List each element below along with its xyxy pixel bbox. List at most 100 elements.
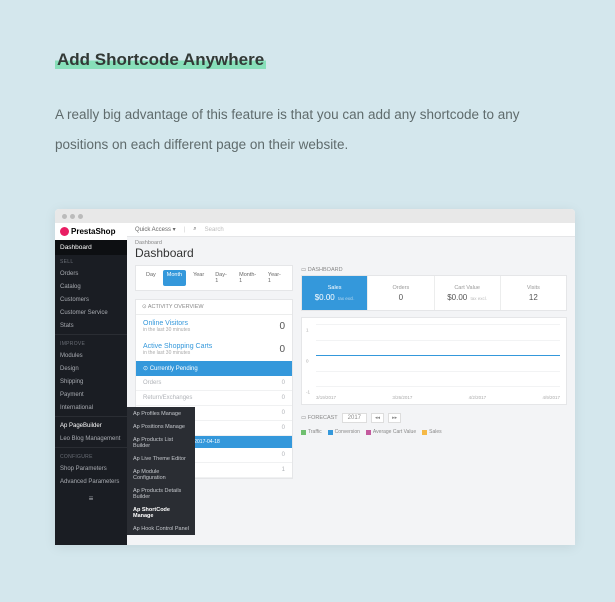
kpi-label: Visits [527, 285, 540, 291]
legend-traffic[interactable]: Traffic [301, 429, 322, 435]
kpi-cart-value[interactable]: Cart Value $0.00 tax excl. [435, 276, 501, 310]
forecast-header: ▭ FORECAST 2017 ◂◂ ▸▸ [301, 405, 567, 427]
page-title: Dashboard [127, 246, 575, 265]
currently-pending-header[interactable]: ⊙ Currently Pending [136, 361, 292, 376]
sidebar-item-international[interactable]: International [55, 401, 127, 414]
chart-series-line [316, 355, 560, 356]
flyout-item-shortcode-manage[interactable]: Ap ShortCode Manage [127, 503, 195, 522]
window-dot [78, 214, 83, 219]
period-year-1[interactable]: Year-1 [264, 270, 286, 286]
y-tick: -1 [306, 390, 310, 395]
sidebar-section-configure: CONFIGURE [55, 450, 127, 462]
quick-access-menu[interactable]: Quick Access ▾ [135, 226, 176, 233]
window-dot [70, 214, 75, 219]
sidebar-item-stats[interactable]: Stats [55, 319, 127, 332]
flyout-item[interactable]: Ap Products Details Builder [127, 484, 195, 503]
legend-conversion[interactable]: Conversion [328, 429, 360, 435]
sidebar: PrestaShop Dashboard SELL Orders Catalog… [55, 223, 127, 545]
right-column: ▭ DASHBOARD Sales $0.00 tax excl. Orders… [301, 265, 567, 545]
legend-swatch [301, 430, 306, 435]
stat-sublabel: in the last 30 minutes [143, 350, 212, 356]
period-month[interactable]: Month [163, 270, 186, 286]
stat-label: Online Visitors [143, 320, 190, 327]
stat-label: Active Shopping Carts [143, 343, 212, 350]
sidebar-item-dashboard[interactable]: Dashboard [55, 240, 127, 255]
sidebar-item-shipping[interactable]: Shipping [55, 375, 127, 388]
x-axis-labels: 3/19/2017 3/26/2017 4/2/2017 4/9/2017 [316, 395, 560, 400]
sales-chart: 1 0 -1 3/19/2017 3/26/2017 [301, 317, 567, 405]
flyout-item[interactable]: Ap Profiles Manage [127, 407, 195, 420]
forecast-title: ▭ FORECAST [301, 415, 338, 421]
section-title-wrap: Add Shortcode Anywhere [55, 50, 575, 70]
flyout-item[interactable]: Ap Positions Manage [127, 420, 195, 433]
sidebar-item-advanced-parameters[interactable]: Advanced Parameters [55, 475, 127, 488]
period-year[interactable]: Year [189, 270, 208, 286]
kpi-value: $0.00 tax excl. [315, 293, 355, 302]
period-selector: Day Month Year Day-1 Month-1 Year-1 [135, 265, 293, 291]
stat-sublabel: in the last 30 minutes [143, 327, 190, 333]
panel-title: ⊙ ACTIVITY OVERVIEW [136, 300, 292, 315]
kpi-visits[interactable]: Visits 12 [501, 276, 566, 310]
forecast-legend: Traffic Conversion Average Cart Value Sa… [301, 427, 567, 437]
kpi-value: 0 [399, 293, 403, 302]
section-description: A really big advantage of this feature i… [55, 100, 575, 159]
sidebar-item-customer-service[interactable]: Customer Service [55, 306, 127, 319]
forecast-next-button[interactable]: ▸▸ [388, 413, 401, 423]
sidebar-item-modules[interactable]: Modules [55, 349, 127, 362]
stat-value: 0 [279, 344, 285, 355]
stat-online-visitors: Online Visitors in the last 30 minutes 0 [136, 315, 292, 338]
sidebar-item-customers[interactable]: Customers [55, 293, 127, 306]
sidebar-item-orders[interactable]: Orders [55, 267, 127, 280]
sidebar-item-leo-blog[interactable]: Leo Blog Management [55, 432, 127, 445]
kpi-sales[interactable]: Sales $0.00 tax excl. [302, 276, 368, 310]
legend-swatch [366, 430, 371, 435]
sidebar-item-shop-parameters[interactable]: Shop Parameters [55, 462, 127, 475]
kpi-value: $0.00 tax excl. [447, 293, 487, 302]
sidebar-section-sell: SELL [55, 255, 127, 267]
divider [55, 447, 127, 448]
pending-row: Orders0 [136, 376, 292, 391]
flyout-item[interactable]: Ap Hook Control Panel [127, 522, 195, 535]
kpi-orders[interactable]: Orders 0 [368, 276, 434, 310]
flyout-item[interactable]: Ap Module Configuration [127, 465, 195, 484]
brand-logo[interactable]: PrestaShop [55, 223, 127, 240]
brand-name: PrestaShop [71, 227, 115, 236]
flyout-item[interactable]: Ap Products List Builder [127, 433, 195, 452]
app-body: PrestaShop Dashboard SELL Orders Catalog… [55, 223, 575, 545]
y-tick: 0 [306, 359, 309, 364]
period-day-1[interactable]: Day-1 [211, 270, 232, 286]
stat-value: 0 [279, 321, 285, 332]
legend-sales[interactable]: Sales [422, 429, 442, 435]
browser-chrome [55, 209, 575, 223]
legend-swatch [328, 430, 333, 435]
kpi-label: Orders [392, 285, 409, 291]
chart-plot-area [316, 324, 560, 386]
breadcrumb: Dashboard [127, 237, 575, 246]
legend-avg-cart[interactable]: Average Cart Value [366, 429, 416, 435]
kpi-label: Cart Value [454, 285, 480, 291]
period-day[interactable]: Day [142, 270, 160, 286]
app-window: PrestaShop Dashboard SELL Orders Catalog… [55, 209, 575, 545]
kpi-row: Sales $0.00 tax excl. Orders 0 Cart Valu… [301, 275, 567, 311]
forecast-prev-button[interactable]: ◂◂ [371, 413, 384, 423]
legend-swatch [422, 430, 427, 435]
dashboard-panel-title: ▭ DASHBOARD [301, 265, 567, 275]
sidebar-item-payment[interactable]: Payment [55, 388, 127, 401]
search-icon[interactable]: ⌕ [193, 226, 196, 233]
divider [55, 334, 127, 335]
sidebar-item-catalog[interactable]: Catalog [55, 280, 127, 293]
kpi-value: 12 [529, 293, 538, 302]
search-input[interactable]: Search [205, 227, 224, 233]
sidebar-section-improve: IMPROVE [55, 337, 127, 349]
sidebar-flyout: Ap Profiles Manage Ap Positions Manage A… [127, 407, 195, 535]
flyout-item[interactable]: Ap Live Theme Editor [127, 452, 195, 465]
pending-row: Return/Exchanges0 [136, 391, 292, 406]
sidebar-item-design[interactable]: Design [55, 362, 127, 375]
stat-active-carts: Active Shopping Carts in the last 30 min… [136, 338, 292, 361]
sidebar-collapse-toggle[interactable]: ≡ [55, 488, 127, 509]
forecast-year: 2017 [342, 413, 367, 423]
sidebar-item-ap-pagebuilder[interactable]: Ap PageBuilder [55, 419, 127, 432]
period-month-1[interactable]: Month-1 [235, 270, 261, 286]
logo-icon [60, 227, 69, 236]
window-dot [62, 214, 67, 219]
